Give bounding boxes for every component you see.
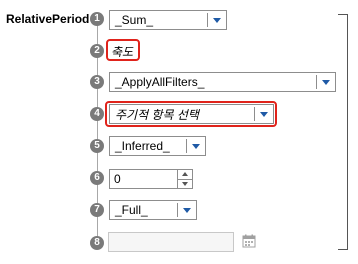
offset-stepper[interactable]: 0 (109, 169, 193, 189)
step-badge-1: 1 (90, 12, 104, 26)
aggregation-value: _Sum_ (115, 13, 154, 27)
increment-button[interactable] (178, 170, 192, 179)
chevron-down-icon[interactable] (178, 201, 196, 219)
arrow-down-icon (182, 181, 188, 186)
period-scope-select[interactable]: _Full_ (109, 200, 197, 220)
step-badge-6: 6 (90, 171, 104, 185)
aggregation-select[interactable]: _Sum_ (109, 10, 227, 30)
decrement-button[interactable] (178, 178, 192, 189)
step-badge-8: 8 (90, 236, 104, 250)
chevron-down-icon[interactable] (187, 137, 205, 155)
chevron-down-icon[interactable] (317, 73, 335, 91)
calendar-icon[interactable] (242, 234, 256, 248)
group-bracket (338, 14, 348, 250)
filter-value: _ApplyAllFilters_ (115, 75, 205, 89)
arrow-up-icon (182, 172, 188, 177)
step-badge-7: 7 (90, 203, 104, 217)
chevron-down-icon[interactable] (255, 105, 273, 123)
periodic-item-value: 주기적 항목 선택 (115, 107, 199, 122)
offset-value[interactable]: 0 (110, 170, 177, 188)
inference-select[interactable]: _Inferred_ (109, 136, 206, 156)
date-input[interactable] (108, 232, 234, 252)
inference-value: _Inferred_ (115, 139, 170, 153)
step-badge-2: 2 (90, 44, 104, 58)
page-title: RelativePeriod (6, 12, 90, 26)
dimension-label: 축도 (111, 45, 134, 59)
period-scope-value: _Full_ (115, 203, 148, 217)
periodic-item-select[interactable]: 주기적 항목 선택 (109, 104, 274, 124)
step-badge-5: 5 (90, 139, 104, 153)
step-badge-4: 4 (90, 107, 104, 121)
chevron-down-icon[interactable] (208, 11, 226, 29)
step-badge-3: 3 (90, 75, 104, 89)
filter-select[interactable]: _ApplyAllFilters_ (109, 72, 336, 92)
